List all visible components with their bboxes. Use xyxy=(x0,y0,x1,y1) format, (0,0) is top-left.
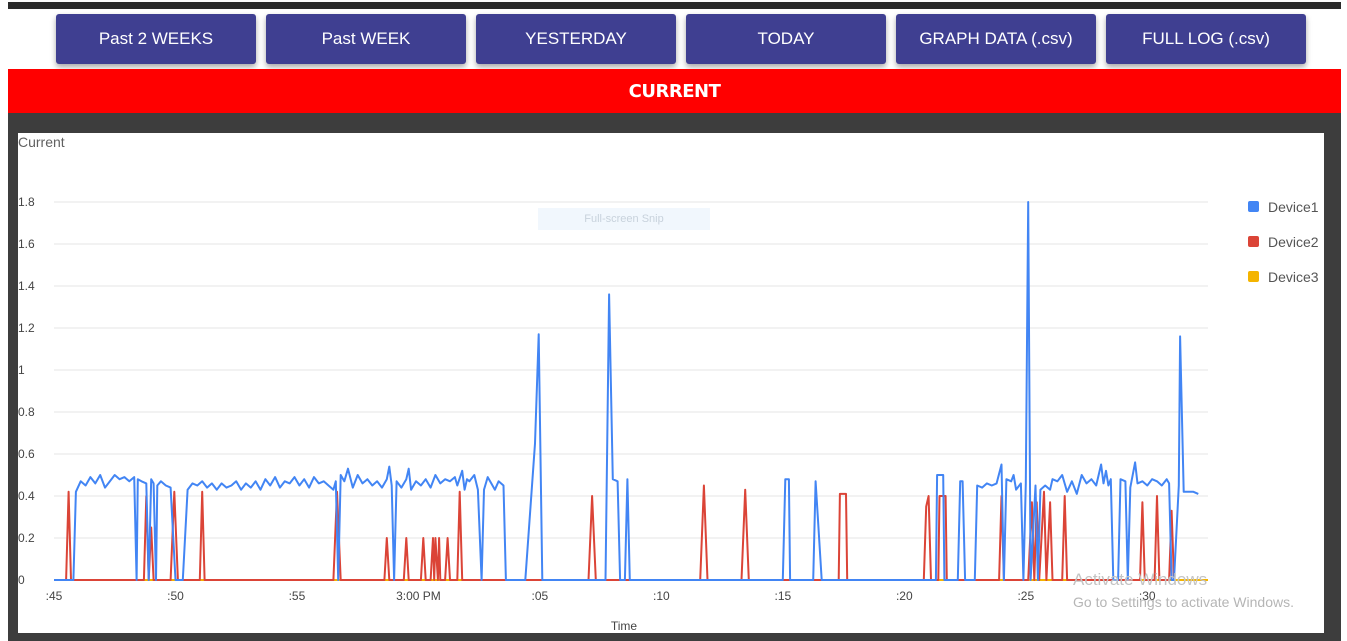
today-button[interactable]: TODAY xyxy=(686,14,886,64)
graph-data-csv-button[interactable]: GRAPH DATA (.csv) xyxy=(896,14,1096,64)
x-axis-label: Time xyxy=(611,619,638,633)
x-tick-label: :55 xyxy=(289,589,306,603)
legend-label-device2: Device2 xyxy=(1268,234,1319,250)
full-log-csv-button[interactable]: FULL LOG (.csv) xyxy=(1106,14,1306,64)
chart-title: Current xyxy=(18,134,65,150)
top-border xyxy=(8,2,1341,9)
range-toolbar: Past 2 WEEKS Past WEEK YESTERDAY TODAY G… xyxy=(0,14,1347,64)
x-tick-label: :15 xyxy=(774,589,791,603)
y-tick-label: 1.2 xyxy=(18,321,35,335)
y-tick-label: 1 xyxy=(18,363,25,377)
y-tick-label: 1.6 xyxy=(18,237,35,251)
x-tick-label: :25 xyxy=(1017,589,1034,603)
section-banner: CURRENT xyxy=(8,69,1341,113)
activate-windows-subtitle: Go to Settings to activate Windows. xyxy=(1073,594,1294,610)
y-tick-label: 1.4 xyxy=(18,279,35,293)
y-tick-label: 0.6 xyxy=(18,447,35,461)
past-2-weeks-button[interactable]: Past 2 WEEKS xyxy=(56,14,256,64)
x-tick-label: :20 xyxy=(896,589,913,603)
yesterday-button[interactable]: YESTERDAY xyxy=(476,14,676,64)
legend-swatch-device2 xyxy=(1248,236,1259,247)
legend-label-device3: Device3 xyxy=(1268,269,1319,285)
y-tick-label: 0.2 xyxy=(18,531,35,545)
x-tick-label: :45 xyxy=(46,589,63,603)
y-tick-label: 0 xyxy=(18,573,25,587)
banner-title: CURRENT xyxy=(628,80,721,102)
y-tick-label: 1.8 xyxy=(18,195,35,209)
snip-overlay-label: Full-screen Snip xyxy=(538,208,710,230)
past-week-button[interactable]: Past WEEK xyxy=(266,14,466,64)
x-tick-label: 3:00 PM xyxy=(396,589,441,603)
x-tick-label: :10 xyxy=(653,589,670,603)
y-tick-label: 0.4 xyxy=(18,489,35,503)
series-line-device1 xyxy=(54,201,1199,581)
legend-label-device1: Device1 xyxy=(1268,199,1319,215)
chart-container: Current 0 0.2 0.4 0.6 0.8 1 1.2 1.4 1.6 1.8 :45 :5… xyxy=(18,133,1324,633)
legend-swatch-device1 xyxy=(1248,201,1259,212)
x-tick-label: :50 xyxy=(167,589,184,603)
legend-swatch-device3 xyxy=(1248,271,1259,282)
y-tick-label: 0.8 xyxy=(18,405,35,419)
x-tick-label: :05 xyxy=(532,589,549,603)
activate-windows-title: Activate Windows xyxy=(1073,570,1207,589)
